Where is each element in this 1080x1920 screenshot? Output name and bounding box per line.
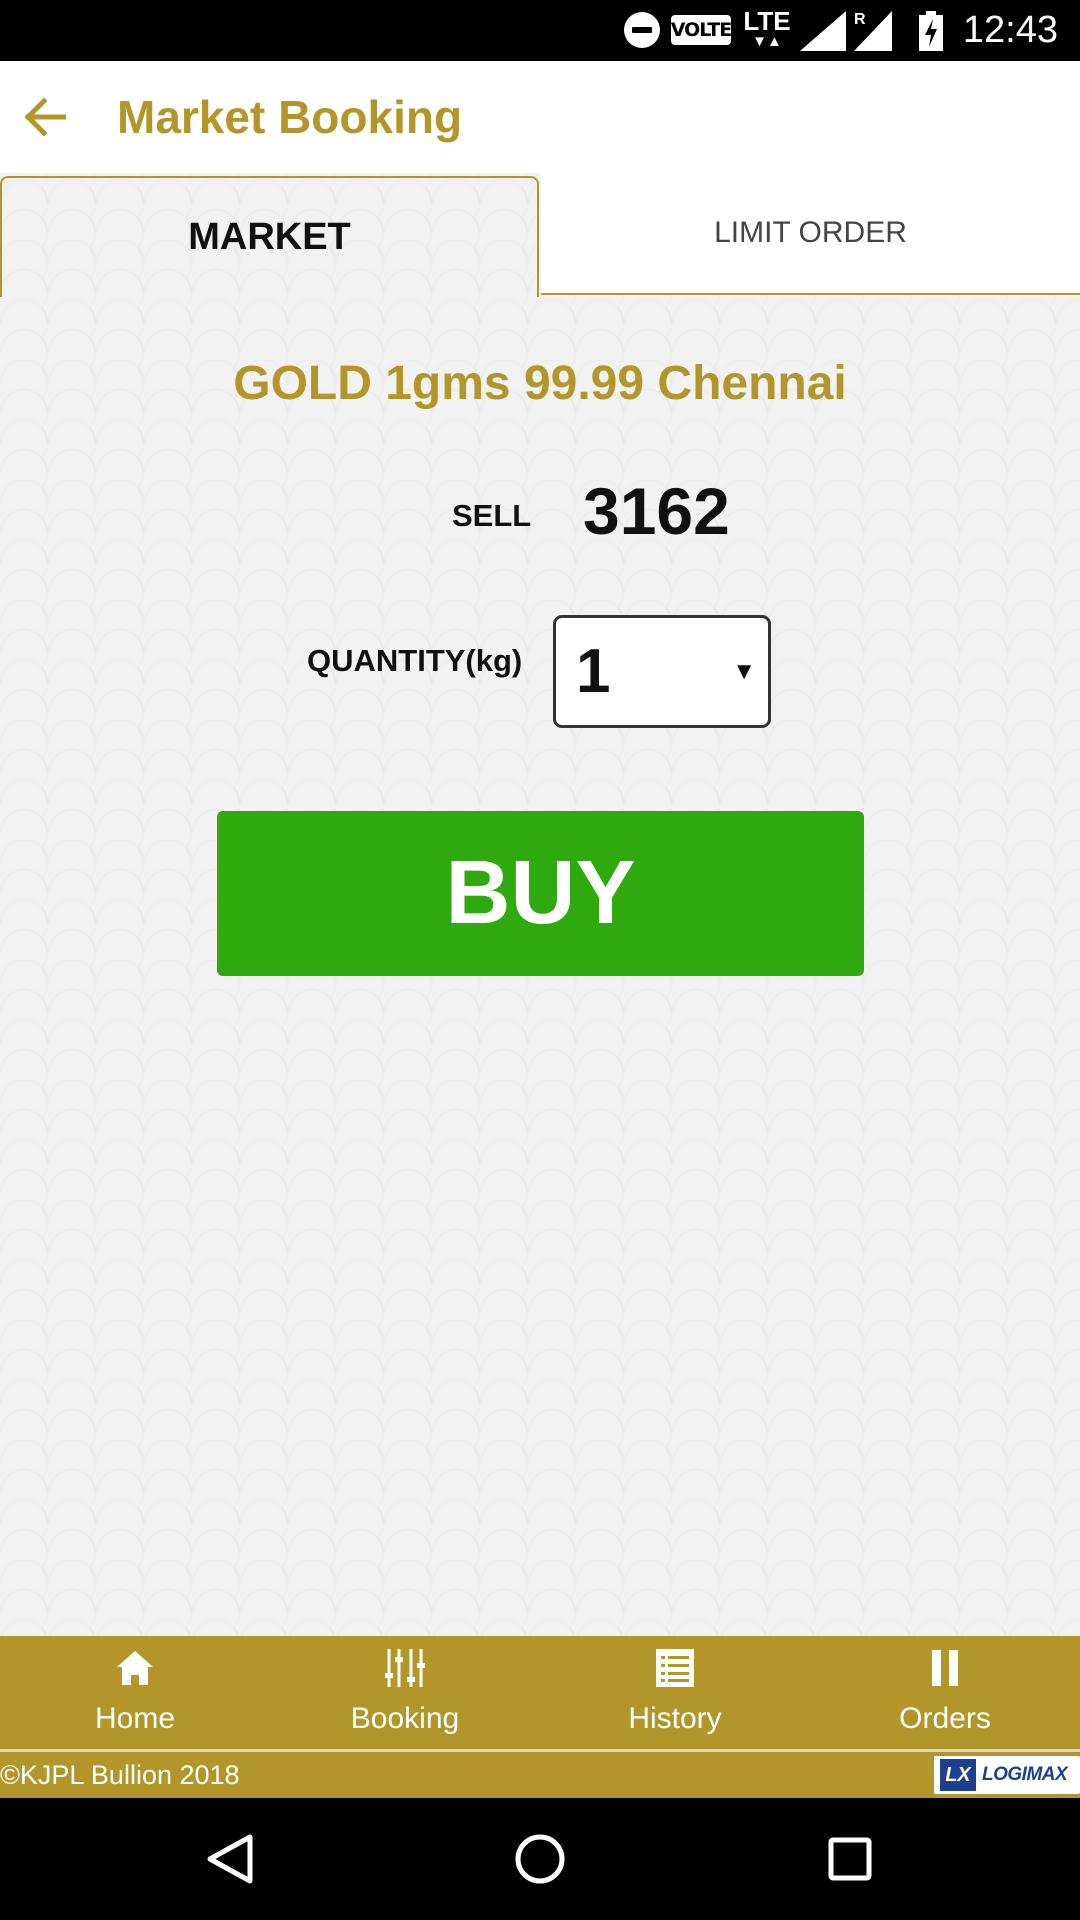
tab-bar: MARKET LIMIT ORDER <box>0 173 1080 297</box>
circle-home-icon <box>515 1834 565 1884</box>
quantity-label: QUANTITY(kg) <box>307 643 523 678</box>
nav-item-home[interactable]: Home <box>0 1636 270 1749</box>
signal-icon <box>800 0 852 61</box>
do-not-disturb-icon <box>624 12 660 48</box>
nav-item-orders[interactable]: Orders <box>810 1636 1080 1749</box>
lte-icon: LTE ▼▲ <box>743 6 791 50</box>
logo-mark: LX <box>940 1759 976 1791</box>
list-icon <box>540 1644 810 1692</box>
nav-label-booking: Booking <box>350 1702 460 1735</box>
system-home-button[interactable] <box>510 1829 570 1889</box>
square-recents-icon <box>828 1837 872 1881</box>
main-content: MARKET LIMIT ORDER GOLD 1gms 99.99 Chenn… <box>0 173 1080 1636</box>
nav-label-history: History <box>628 1702 722 1735</box>
nav-label-orders: Orders <box>899 1702 991 1735</box>
system-back-button[interactable] <box>200 1829 260 1889</box>
copyright-text: ©KJPL Bullion 2018 <box>0 1760 240 1790</box>
product-title: GOLD 1gms 99.99 Chennai <box>233 357 847 410</box>
tab-market[interactable]: MARKET <box>0 176 539 297</box>
home-icon <box>0 1644 270 1692</box>
logo-text: LOGIMAX <box>982 1764 1068 1785</box>
quantity-value: 1 <box>576 637 611 706</box>
nav-item-history[interactable]: History <box>540 1636 810 1749</box>
sliders-icon <box>270 1644 540 1692</box>
arrow-left-icon <box>24 97 66 137</box>
app-bar: Market Booking <box>0 61 1080 173</box>
roaming-indicator: R <box>854 11 866 28</box>
footer: ©KJPL Bullion 2018 LX LOGIMAX <box>0 1752 1080 1798</box>
status-bar: VOLTE LTE ▼▲ R 12:43 <box>0 0 1080 61</box>
system-nav-bar <box>0 1798 1080 1920</box>
sell-label: SELL <box>452 498 532 533</box>
back-button[interactable] <box>14 87 74 147</box>
lte-label: LTE <box>743 6 791 36</box>
bottom-nav: Home Booking History Orders <box>0 1636 1080 1749</box>
logimax-logo: LX LOGIMAX <box>934 1756 1080 1794</box>
status-time: 12:43 <box>962 9 1058 51</box>
volte-icon: VOLTE <box>671 15 732 45</box>
quantity-select[interactable]: 1 ▼ <box>553 615 771 728</box>
battery-charging-icon <box>919 0 945 61</box>
system-recents-button[interactable] <box>820 1829 880 1889</box>
dropdown-arrow-icon: ▼ <box>732 658 756 685</box>
buy-button[interactable]: BUY <box>217 811 864 976</box>
nav-label-home: Home <box>94 1702 176 1735</box>
tab-limit-order[interactable]: LIMIT ORDER <box>541 173 1080 295</box>
triangle-back-icon <box>207 1834 253 1884</box>
nav-item-booking[interactable]: Booking <box>270 1636 540 1749</box>
sell-price: 3162 <box>583 474 730 548</box>
page-title: Market Booking <box>117 91 463 143</box>
pause-icon <box>810 1644 1080 1692</box>
